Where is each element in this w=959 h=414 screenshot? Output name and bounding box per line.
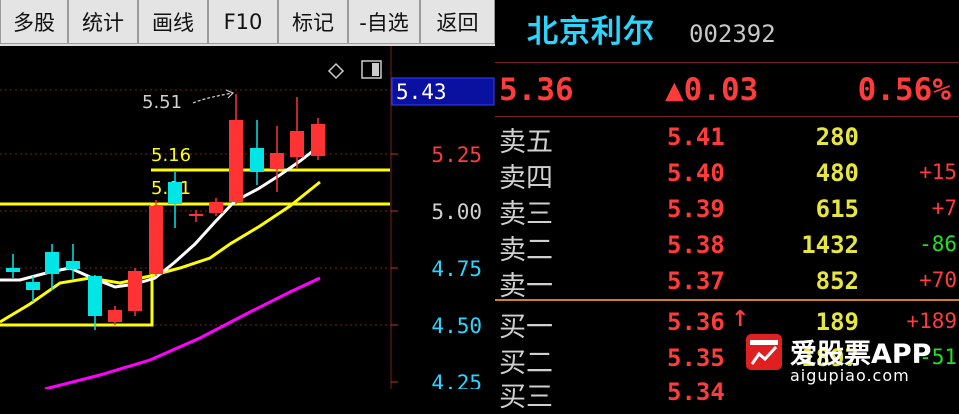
high-annotation-arrow bbox=[192, 92, 233, 104]
ask-price: 5.39 bbox=[667, 195, 725, 223]
ask-volume: 1432 bbox=[801, 231, 859, 259]
bid-ask-divider bbox=[495, 299, 959, 301]
ask-label: 卖二 bbox=[499, 235, 553, 266]
brand-logo-icon bbox=[746, 334, 782, 370]
box-top-label: 5.16 bbox=[151, 145, 191, 166]
ask-price: 5.41 bbox=[667, 123, 725, 151]
watermark: 爱股票APP aigupiao.com bbox=[746, 330, 959, 389]
price-change-pct: 0.56% bbox=[857, 72, 951, 108]
back-button[interactable]: 返回 bbox=[420, 0, 495, 44]
window-toggle-icon[interactable] bbox=[361, 60, 382, 79]
bid-price: 5.34 bbox=[667, 378, 725, 406]
ask-volume: 615 bbox=[815, 195, 859, 223]
bid-label: 买一 bbox=[499, 312, 553, 343]
ask-volume: 852 bbox=[815, 267, 859, 295]
f10-button[interactable]: F10 bbox=[208, 0, 278, 44]
ask-label: 卖五 bbox=[499, 127, 553, 158]
bid-price: 5.36 bbox=[667, 308, 725, 336]
y-tick-5.25: 5.25 bbox=[431, 143, 482, 167]
bid-price: 5.35 bbox=[667, 344, 725, 372]
ask-price: 5.37 bbox=[667, 267, 725, 295]
ask-row-5[interactable]: 卖五 5.41 280 bbox=[495, 120, 959, 158]
gridlines bbox=[0, 89, 391, 326]
add-watchlist-button[interactable]: -自选 bbox=[348, 0, 420, 44]
divider bbox=[495, 116, 959, 117]
up-arrow-icon: ↑ bbox=[731, 307, 750, 332]
ask-change: +70 bbox=[919, 268, 957, 292]
y-tick-4.50: 4.50 bbox=[431, 314, 482, 338]
watermark-url: aigupiao.com bbox=[790, 366, 910, 385]
mark-button[interactable]: 标记 bbox=[278, 0, 348, 44]
ask-label: 卖四 bbox=[499, 163, 553, 194]
ask-change: +15 bbox=[919, 160, 957, 184]
divider bbox=[495, 62, 959, 63]
y-tick-4.25: 4.25 bbox=[431, 371, 482, 389]
kline-chart-area[interactable]: 5.25 5.00 4.75 4.50 4.25 5.43 5.16 5.01 … bbox=[0, 46, 495, 395]
y-tick-4.75: 4.75 bbox=[431, 257, 482, 281]
ask-change: +7 bbox=[931, 196, 957, 220]
ask-volume: 480 bbox=[815, 159, 859, 187]
draw-line-button[interactable]: 画线 bbox=[138, 0, 208, 44]
toolbar: 多股 统计 画线 F10 标记 -自选 返回 bbox=[0, 0, 495, 46]
stock-code: 002392 bbox=[689, 20, 776, 48]
kline-chart[interactable]: 5.25 5.00 4.75 4.50 4.25 5.43 5.16 5.01 … bbox=[0, 46, 495, 395]
last-price: 5.36 bbox=[499, 72, 574, 108]
diamond-icon[interactable] bbox=[327, 62, 345, 80]
ask-volume: 280 bbox=[815, 123, 859, 151]
y-tick-5.00: 5.00 bbox=[431, 200, 482, 224]
ask-label: 卖三 bbox=[499, 199, 553, 230]
bid-label: 买三 bbox=[499, 382, 553, 413]
candlesticks[interactable] bbox=[6, 94, 325, 330]
ask-row-3[interactable]: 卖三 5.39 615 +7 bbox=[495, 192, 959, 230]
ask-row-4[interactable]: 卖四 5.40 480 +15 bbox=[495, 156, 959, 194]
ask-change: -86 bbox=[919, 232, 957, 256]
ask-price: 5.38 bbox=[667, 231, 725, 259]
price-change: ▲0.03 bbox=[665, 72, 759, 108]
statistics-button[interactable]: 统计 bbox=[68, 0, 138, 44]
stock-name: 北京利尔 bbox=[527, 14, 655, 50]
ask-label: 卖一 bbox=[499, 271, 553, 302]
ask-price: 5.40 bbox=[667, 159, 725, 187]
price-box-lines[interactable] bbox=[0, 168, 390, 327]
ask-row-2[interactable]: 卖二 5.38 1432 -86 bbox=[495, 228, 959, 266]
multi-stock-button[interactable]: 多股 bbox=[0, 0, 68, 44]
ma20-line bbox=[44, 276, 321, 391]
high-annotation-label: 5.51 bbox=[142, 92, 182, 113]
cursor-price-label: 5.43 bbox=[396, 80, 447, 104]
ask-row-1[interactable]: 卖一 5.37 852 +70 bbox=[495, 264, 959, 302]
